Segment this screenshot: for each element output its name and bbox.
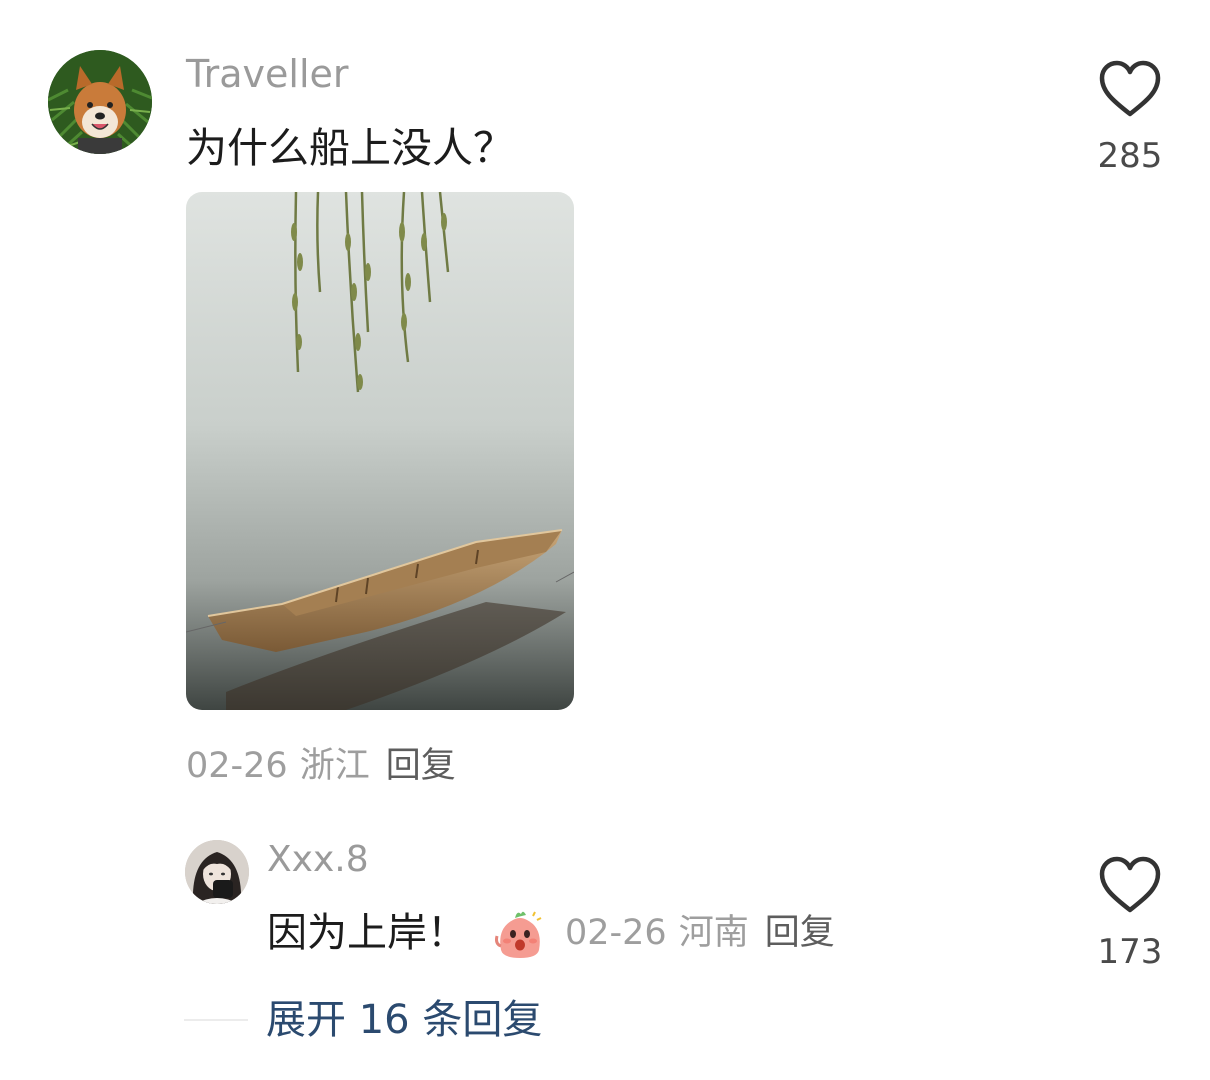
shiba-dog-avatar-icon <box>48 50 152 154</box>
avatar[interactable] <box>185 840 249 904</box>
comment-meta: 02-26 浙江 回复 <box>186 742 456 790</box>
girl-portrait-avatar-icon <box>185 840 249 904</box>
reply-content-line: 因为上岸！ 02-26 河南 回复 <box>267 906 835 960</box>
username[interactable]: Traveller <box>186 52 349 96</box>
reply-date: 02-26 <box>565 913 667 953</box>
comment-date: 02-26 <box>186 746 288 786</box>
expand-replies-row: 展开 16 条回复 <box>184 994 784 1046</box>
reply-meta: 02-26 河南 回复 <box>565 906 835 960</box>
heart-icon <box>1098 856 1162 916</box>
reply-location: 河南 <box>678 913 749 953</box>
divider-line <box>184 1019 248 1021</box>
like-count: 285 <box>1097 136 1163 176</box>
reply-button[interactable]: 回复 <box>386 746 456 786</box>
avatar[interactable] <box>48 50 152 154</box>
reply-button[interactable]: 回复 <box>765 913 835 953</box>
comment-location: 浙江 <box>299 746 370 786</box>
comment-text: 为什么船上没人？ <box>186 124 514 172</box>
like-button[interactable]: 173 <box>1098 856 1162 972</box>
expand-replies-button[interactable]: 展开 16 条回复 <box>266 994 542 1046</box>
username[interactable]: Xxx.8 <box>267 838 369 882</box>
reply-item: Xxx.8 因为上岸！ 02-26 河南 回复 173 <box>0 820 1210 1000</box>
comment-image[interactable] <box>186 192 574 710</box>
heart-icon <box>1098 60 1162 120</box>
comment-item: Traveller 为什么船上没人？ 02-26 浙江 回复 285 <box>0 0 1210 800</box>
reply-text: 因为上岸！ <box>267 910 467 956</box>
pink-blob-emoji-icon <box>493 906 547 960</box>
photo-wooden-boat-icon <box>186 192 574 710</box>
like-button[interactable]: 285 <box>1098 60 1162 176</box>
like-count: 173 <box>1097 932 1163 972</box>
